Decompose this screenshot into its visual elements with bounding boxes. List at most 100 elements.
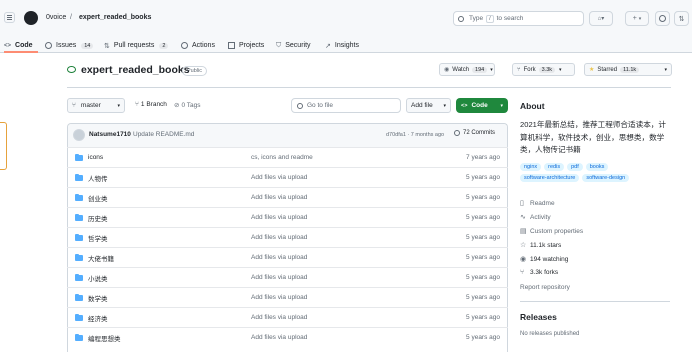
fork-count: 3.3k	[538, 66, 556, 73]
readme-link[interactable]: ▯ Readme	[520, 199, 555, 208]
commits-history-link[interactable]: 72 Commits	[454, 130, 495, 136]
add-file-button[interactable]: Add file ▾	[406, 98, 451, 113]
releases-heading[interactable]: Releases	[520, 312, 557, 322]
hamburger-menu-button[interactable]	[4, 12, 15, 23]
chevron-down-icon: ▾	[500, 102, 503, 109]
chevron-down-icon: ▾	[559, 66, 562, 73]
topic-tag[interactable]: redis	[544, 163, 565, 171]
file-commit-message[interactable]: Add files via upload	[251, 254, 307, 261]
code-label: Code	[471, 102, 488, 109]
git-pull-request-icon: ⇅	[678, 15, 685, 23]
file-commit-message[interactable]: Add files via upload	[251, 294, 307, 301]
commit-message[interactable]: Update README.md	[133, 131, 194, 138]
file-commit-message[interactable]: Add files via upload	[251, 234, 307, 241]
stars-link[interactable]: ☆ 11.1k stars	[520, 241, 561, 250]
topic-tag[interactable]: books	[585, 163, 609, 171]
file-name[interactable]: 人物传	[88, 173, 108, 183]
topic-tag[interactable]: pdf	[567, 163, 583, 171]
avatar[interactable]	[73, 129, 85, 141]
file-name[interactable]: 编程思想类	[88, 333, 121, 343]
activity-link[interactable]: ∿ Activity	[520, 213, 551, 222]
custom-properties-link[interactable]: ▤ Custom properties	[520, 227, 583, 236]
file-commit-date: 7 years ago	[466, 154, 500, 161]
tab-pull-requests[interactable]: ⇅ Pull requests 2	[104, 38, 169, 53]
folder-icon	[75, 174, 83, 181]
commit-author[interactable]: Natsume1710	[89, 131, 131, 138]
chevron-down-icon: ▾	[664, 66, 667, 73]
table-row[interactable]: 人物传 Add files via upload 5 years ago	[67, 167, 508, 187]
watching-link[interactable]: ◉ 194 watching	[520, 255, 568, 264]
sidebar-divider	[520, 301, 670, 302]
commit-sha-time[interactable]: d70dfa1 · 7 months ago	[386, 132, 444, 138]
topic-tag[interactable]: software-design	[582, 174, 630, 182]
repo-description: 2021年最新总结，推荐工程师合适读本，计算机科学，软件技术，创业，思想类，数学…	[520, 120, 666, 154]
table-row[interactable]: 哲学类 Add files via upload 5 years ago	[67, 227, 508, 247]
file-commit-date: 5 years ago	[466, 234, 500, 241]
tags-link[interactable]: ⊘ 0 Tags	[174, 101, 201, 110]
report-repository-link[interactable]: Report repository	[520, 284, 570, 291]
table-row[interactable]: 经济类 Add files via upload 5 years ago	[67, 307, 508, 327]
tab-projects[interactable]: Projects	[228, 38, 264, 53]
title-divider	[67, 87, 671, 88]
search-placeholder-pre: Type	[469, 15, 484, 22]
tab-label: Issues	[56, 42, 77, 49]
table-row[interactable]: icons cs, icons and readme 7 years ago	[67, 147, 508, 167]
file-commit-date: 5 years ago	[466, 334, 500, 341]
file-name[interactable]: 历史类	[88, 213, 108, 223]
file-commit-message[interactable]: Add files via upload	[251, 274, 307, 281]
star-label: Starred	[597, 66, 618, 73]
file-name[interactable]: 大佬书籍	[88, 253, 114, 263]
star-button[interactable]: ★ Starred 11.1k ▾	[584, 63, 672, 76]
tab-active-underline	[4, 51, 38, 53]
table-row[interactable]: 编程思想类 Add files via upload 5 years ago	[67, 327, 508, 347]
table-row[interactable]: 数学类 Add files via upload 5 years ago	[67, 287, 508, 307]
table-row[interactable]: 大佬书籍 Add files via upload 5 years ago	[67, 247, 508, 267]
repo-title[interactable]: expert_readed_books	[81, 64, 190, 76]
file-commit-message[interactable]: cs, icons and readme	[251, 154, 313, 161]
file-commit-message[interactable]: Add files via upload	[251, 174, 307, 181]
file-name[interactable]: 经济类	[88, 313, 108, 323]
tab-actions[interactable]: Actions	[181, 38, 215, 53]
file-name[interactable]: 哲学类	[88, 233, 108, 243]
forks-link[interactable]: ⑂ 3.3k forks	[520, 269, 558, 276]
repo-name-link[interactable]: expert_readed_books	[79, 14, 151, 21]
go-to-file-input[interactable]: Go to file	[291, 98, 401, 113]
fork-button[interactable]: ⑂ Fork 3.3k ▾	[512, 63, 575, 76]
file-commit-message[interactable]: Add files via upload	[251, 214, 307, 221]
file-commit-message[interactable]: Add files via upload	[251, 334, 307, 341]
play-icon	[181, 42, 188, 49]
global-search-input[interactable]: Type / to search	[453, 11, 584, 26]
table-row[interactable]: 历史类 Add files via upload 5 years ago	[67, 207, 508, 227]
file-commit-message[interactable]: Add files via upload	[251, 314, 307, 321]
eye-icon: ◉	[444, 67, 450, 73]
watch-button[interactable]: ◉ Watch 194 ▾	[439, 63, 495, 76]
file-name[interactable]: 小说类	[88, 273, 108, 283]
branch-select-button[interactable]: ⑂ master ▾	[67, 98, 125, 113]
github-logo-icon[interactable]	[24, 11, 38, 25]
table-row[interactable]: 创业类 Add files via upload 5 years ago	[67, 187, 508, 207]
topic-tag[interactable]: nginx	[520, 163, 542, 171]
code-button[interactable]: <> Code ▾	[456, 98, 508, 113]
tab-insights[interactable]: ↗ Insights	[325, 38, 359, 53]
git-branch-icon: ⑂	[135, 101, 139, 108]
topic-tag[interactable]: software-architecture	[520, 174, 580, 182]
copilot-icon: ⌂▾	[597, 16, 605, 22]
pull-requests-shortcut-button[interactable]: ⇅	[674, 11, 689, 26]
branches-link[interactable]: ⑂ 1 Branch	[135, 101, 167, 108]
repo-owner-link[interactable]: 0voice	[46, 14, 66, 21]
tab-label: Security	[285, 42, 311, 49]
file-name[interactable]: 创业类	[88, 193, 108, 203]
side-floating-tab[interactable]	[0, 122, 7, 170]
folder-icon	[75, 294, 83, 301]
folder-icon	[75, 234, 83, 241]
file-name[interactable]: 数学类	[88, 293, 108, 303]
copilot-button[interactable]: ⌂▾	[589, 11, 613, 26]
create-new-button[interactable]: + ▾	[625, 11, 649, 26]
pulse-icon: ∿	[520, 214, 526, 221]
tab-issues[interactable]: Issues 14	[45, 38, 94, 53]
file-commit-message[interactable]: Add files via upload	[251, 194, 307, 201]
issues-shortcut-button[interactable]	[655, 11, 670, 26]
file-name[interactable]: icons	[88, 154, 103, 161]
table-row[interactable]: 小说类 Add files via upload 5 years ago	[67, 267, 508, 287]
tab-security[interactable]: ⛉ Security	[276, 38, 311, 53]
